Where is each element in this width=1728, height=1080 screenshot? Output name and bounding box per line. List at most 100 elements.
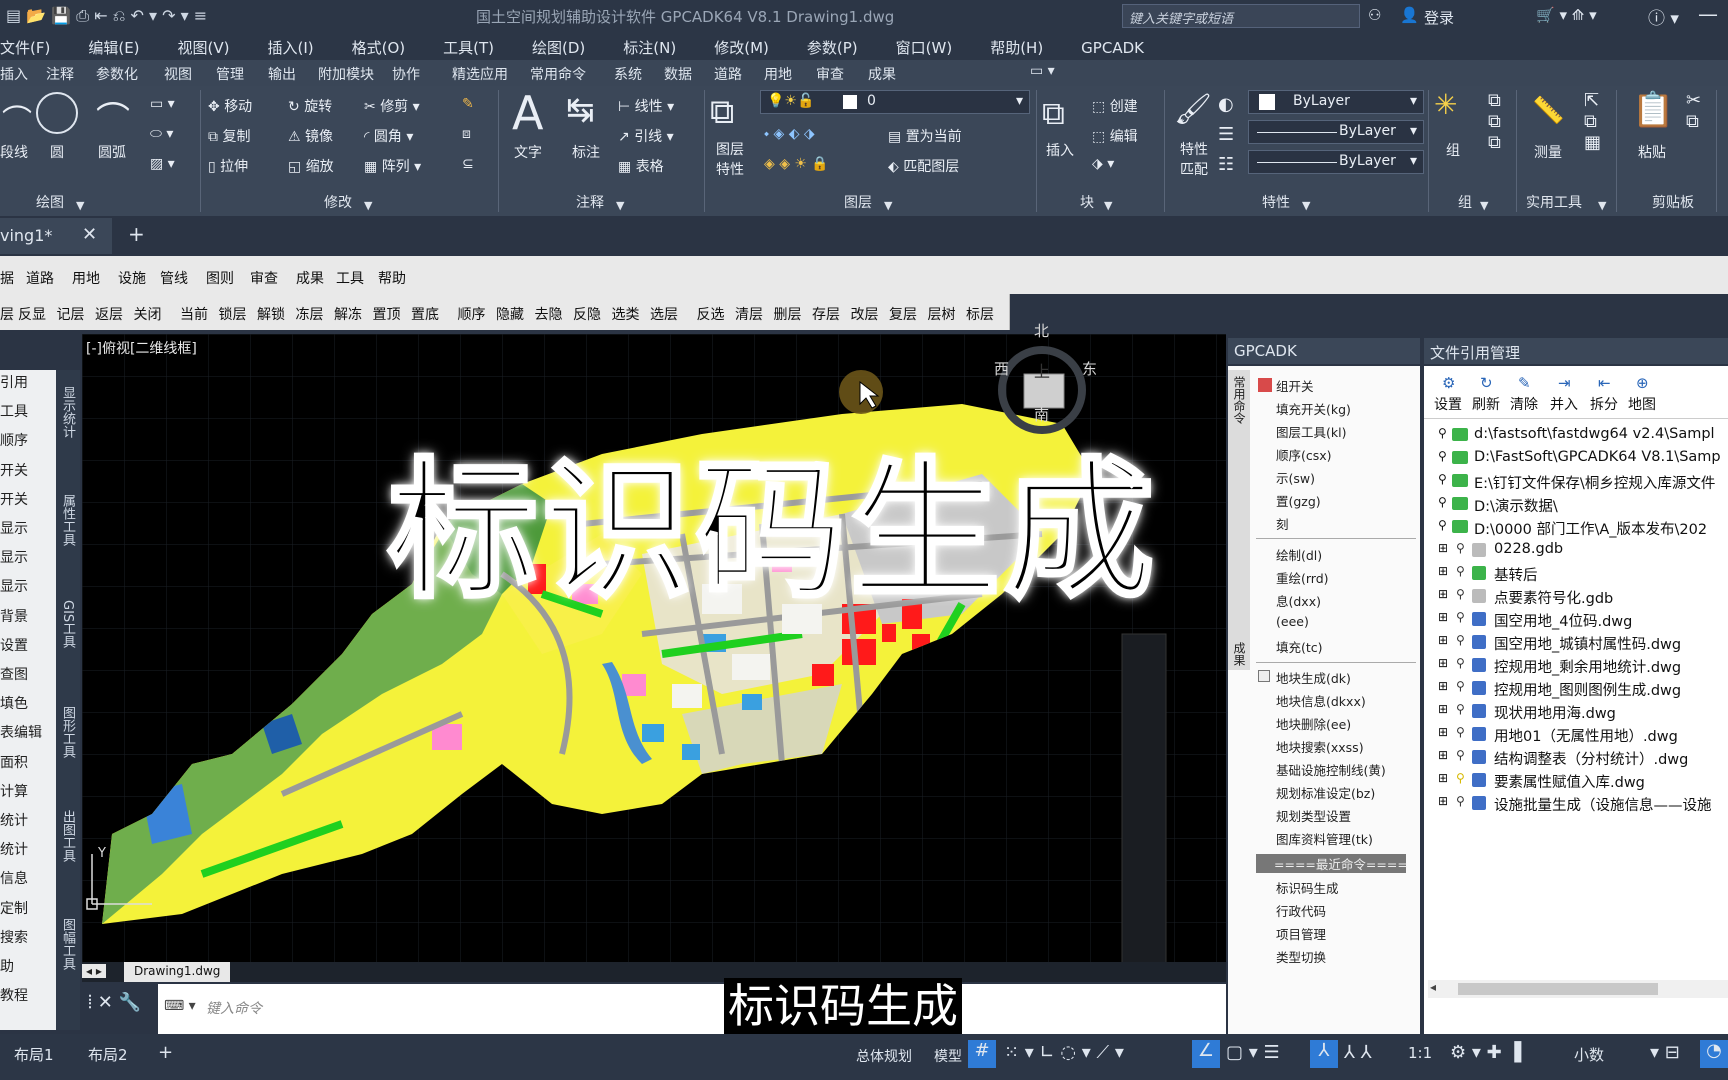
chevron-down-icon[interactable]: ▼ bbox=[364, 199, 372, 212]
layout-tab-1[interactable]: 布局1 bbox=[14, 1044, 54, 1065]
selection-icons[interactable]: ▢ ▾ ☰ bbox=[1226, 1042, 1280, 1063]
gp-command-item[interactable]: 地块信息(dkxx) bbox=[1276, 691, 1366, 710]
annotation-icons[interactable]: ⅄ ⅄ bbox=[1344, 1042, 1372, 1063]
chevron-down-icon[interactable]: ▼ bbox=[1480, 199, 1488, 212]
tool-layer-properties[interactable]: 图层特性 bbox=[716, 140, 748, 180]
explode-icon[interactable]: ⊆ bbox=[462, 156, 474, 172]
tree-pin-icon[interactable]: ⚲ bbox=[1456, 748, 1465, 762]
left-command-item[interactable]: 填色 bbox=[0, 693, 28, 713]
binoculars-icon[interactable]: ⚇ bbox=[1368, 6, 1381, 24]
tool-group[interactable]: 组 bbox=[1446, 140, 1460, 160]
layer-tool-item[interactable]: 置顶 bbox=[373, 304, 401, 324]
tree-expand-icon[interactable]: ⊞ bbox=[1438, 748, 1448, 762]
gp-command-item[interactable]: 图层工具(kl) bbox=[1276, 422, 1346, 441]
group-annotation[interactable]: 注释 bbox=[576, 192, 604, 212]
settings-icons[interactable]: ⚙ ▾ ✚ ▐ bbox=[1450, 1042, 1521, 1063]
chevron-down-icon[interactable]: ▼ bbox=[1104, 199, 1112, 212]
gp-command-item[interactable]: 示(sw) bbox=[1276, 468, 1315, 487]
snap-icons[interactable]: ⁙ ▾ ∟ ◌ ▾ ⟋ ▾ bbox=[1004, 1042, 1124, 1063]
left-command-item[interactable]: 显示 bbox=[0, 518, 28, 538]
gp-command-item[interactable]: ====最近命令==== bbox=[1256, 854, 1408, 873]
group-clipboard[interactable]: 剪贴板 bbox=[1652, 192, 1694, 212]
tree-pin-icon[interactable]: ⚲ bbox=[1456, 679, 1465, 693]
menu-item[interactable]: 参数(P) bbox=[807, 39, 858, 57]
layer-tool-item[interactable]: 改层 bbox=[851, 304, 879, 324]
osnap-icon[interactable]: ∠ bbox=[1192, 1040, 1220, 1068]
left-command-item[interactable]: 设置 bbox=[0, 635, 28, 655]
menu-item[interactable]: 插入(I) bbox=[268, 39, 314, 57]
group-utilities[interactable]: 实用工具 bbox=[1526, 192, 1582, 212]
ribbon-tab[interactable]: 插入 bbox=[0, 64, 28, 84]
layer-tool-item[interactable]: 解锁 bbox=[257, 304, 285, 324]
offset-icon[interactable]: ⧈ bbox=[462, 126, 471, 142]
tool-insert[interactable]: 插入 bbox=[1046, 140, 1074, 160]
view-cube-face[interactable]: 上 bbox=[1034, 358, 1050, 382]
gp-command-item[interactable]: 标识码生成 bbox=[1276, 878, 1339, 897]
gp-command-item[interactable]: 地块生成(dk) bbox=[1276, 668, 1351, 687]
left-command-item[interactable]: 面积 bbox=[0, 752, 28, 772]
toolbar-item[interactable]: 帮助 bbox=[378, 268, 406, 288]
layer-tool-item[interactable]: 当前 bbox=[180, 304, 208, 324]
ribbon-tab[interactable]: 输出 bbox=[268, 64, 296, 84]
text-icon[interactable]: A bbox=[512, 86, 543, 140]
gp-command-item[interactable]: 地块删除(ee) bbox=[1276, 714, 1351, 733]
layer-tool-item[interactable]: 选层 bbox=[650, 304, 678, 324]
doc-tab-drawing1[interactable]: ving1* ✕ bbox=[0, 218, 112, 254]
tree-pin-icon[interactable]: ⚲ bbox=[1438, 449, 1447, 463]
tree-pin-icon[interactable]: ⚲ bbox=[1456, 564, 1465, 578]
layer-tool-item[interactable]: 层 bbox=[0, 304, 14, 324]
menu-item[interactable]: 编辑(E) bbox=[88, 39, 139, 57]
left-command-item[interactable]: 计算 bbox=[0, 781, 28, 801]
file-tool-button[interactable]: 拆分 bbox=[1590, 394, 1618, 414]
left-command-item[interactable]: 开关 bbox=[0, 460, 28, 480]
tree-expand-icon[interactable]: ⊞ bbox=[1438, 564, 1448, 578]
gp-command-item[interactable]: 图库资料管理(tk) bbox=[1276, 829, 1373, 848]
tree-file[interactable]: 控规用地_剩余用地统计.dwg bbox=[1494, 656, 1681, 677]
group-properties[interactable]: 特性 bbox=[1262, 192, 1290, 212]
left-vertical-tab[interactable]: 显示统计 bbox=[59, 386, 77, 438]
toolbar-item[interactable]: 图则 bbox=[206, 268, 234, 288]
tool-edit[interactable]: 编辑 bbox=[1110, 129, 1138, 145]
layer-tool-item[interactable]: 反显 bbox=[18, 304, 46, 324]
gp-command-item[interactable]: 息(dxx) bbox=[1276, 591, 1321, 610]
chevron-down-icon[interactable]: ▼ bbox=[1302, 199, 1310, 212]
lineweight-icon[interactable]: ☰ bbox=[1218, 124, 1234, 145]
search-box[interactable]: 键入关键字或短语 bbox=[1122, 4, 1360, 28]
layer-properties-icon[interactable]: ⧉ bbox=[710, 92, 734, 132]
tool-move[interactable]: 移动 bbox=[224, 99, 252, 115]
file-tool-icon[interactable]: ⚙ bbox=[1442, 374, 1455, 392]
clipboard-icons[interactable]: ✂ ⧉ bbox=[1686, 90, 1701, 132]
tool-fillet[interactable]: 圆角 bbox=[374, 129, 402, 145]
layer-tool-item[interactable]: 层树 bbox=[928, 304, 956, 324]
quick-access-icons[interactable]: ▤ 📂 💾 ⎙ ⇤ ⎌ ↶ ▾ ↷ ▾ ≡ bbox=[6, 6, 207, 26]
layer-tool-item[interactable]: 选类 bbox=[612, 304, 640, 324]
rectangle-icon[interactable]: ▭ ▾ bbox=[150, 96, 175, 112]
menu-item[interactable]: GPCADK bbox=[1081, 39, 1144, 57]
left-command-item[interactable]: 工具 bbox=[0, 401, 28, 421]
layer-tool-item[interactable]: 反隐 bbox=[573, 304, 601, 324]
file-tool-icon[interactable]: ⇥ bbox=[1558, 374, 1571, 392]
tool-set-current[interactable]: 置为当前 bbox=[906, 129, 962, 145]
tree-file[interactable]: 控规用地_图则图例生成.dwg bbox=[1494, 679, 1681, 700]
tree-folder[interactable]: E:\钉钉文件保存\桐乡控规入库源文件 bbox=[1474, 472, 1715, 493]
tree-pin-icon[interactable]: ⚲ bbox=[1438, 518, 1447, 532]
status-scale[interactable]: 1:1 bbox=[1408, 1044, 1432, 1062]
left-vertical-tab[interactable]: 属性工具 bbox=[59, 494, 77, 546]
file-tool-icon[interactable]: ⇤ bbox=[1598, 374, 1611, 392]
tree-file[interactable]: 国空用地_城镇村属性码.dwg bbox=[1494, 633, 1681, 654]
tool-arc[interactable]: 圆弧 bbox=[98, 142, 126, 162]
file-tool-icon[interactable]: ↻ bbox=[1480, 374, 1493, 392]
new-tab-icon[interactable]: + bbox=[128, 222, 145, 246]
tool-paste[interactable]: 粘贴 bbox=[1638, 142, 1666, 162]
tree-file[interactable]: 要素属性赋值入库.dwg bbox=[1494, 771, 1645, 792]
tool-linear[interactable]: 线性 bbox=[635, 99, 663, 115]
layer-tool-item[interactable]: 冻层 bbox=[296, 304, 324, 324]
left-vertical-tab[interactable]: 图幅工具 bbox=[59, 918, 77, 970]
left-command-item[interactable]: 查图 bbox=[0, 664, 28, 684]
tree-file[interactable]: 结构调整表（分村统计）.dwg bbox=[1494, 748, 1688, 769]
nav-bar[interactable] bbox=[1121, 633, 1167, 964]
group-modify[interactable]: 修改 bbox=[324, 192, 352, 212]
file-tool-button[interactable]: 清除 bbox=[1510, 394, 1538, 414]
tree-expand-icon[interactable]: ⊞ bbox=[1438, 794, 1448, 808]
menu-item[interactable]: 帮助(H) bbox=[990, 39, 1043, 57]
